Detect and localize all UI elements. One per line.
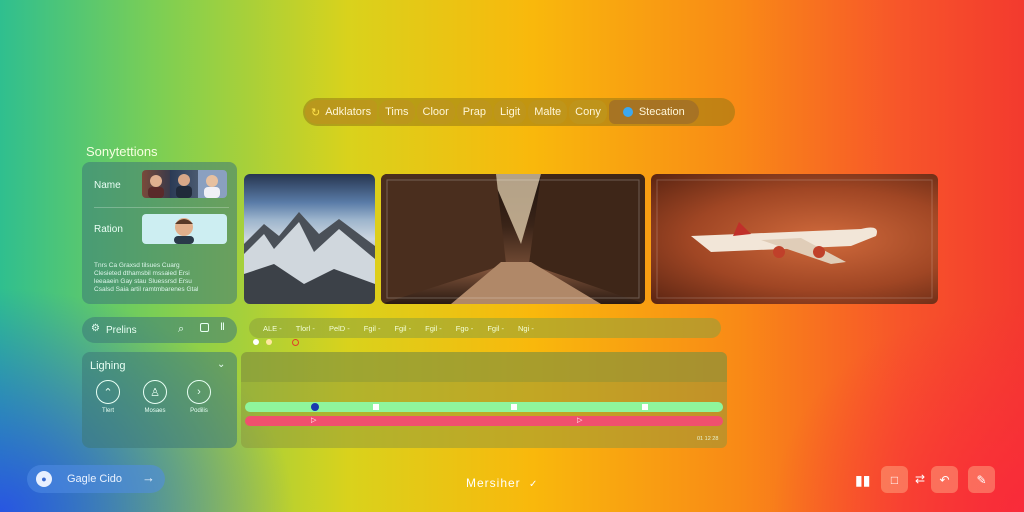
track-panel: ▷ ▷ 01 12 28 (241, 352, 727, 448)
edit-button[interactable]: ✎ (968, 466, 995, 493)
search-icon[interactable]: ⌕ (178, 323, 184, 336)
toolbar-item-tims[interactable]: Tims (379, 100, 415, 124)
keyframe-icon[interactable] (373, 404, 379, 410)
figure-icon: ♙ (150, 386, 160, 399)
settings-icon[interactable]: ⚙ (91, 323, 100, 334)
timeline-label: PelD - (328, 323, 350, 333)
toolbar-item-stecation[interactable]: Stecation (608, 100, 699, 124)
brand-label: Gagle Cido (67, 473, 123, 485)
airplane-icon (656, 179, 933, 299)
people-panel: Name Ration Tnrs Ca Graxsd tilsues Cuarg… (82, 162, 237, 304)
marker-icon[interactable] (266, 339, 272, 345)
note-button[interactable]: □ (881, 466, 908, 493)
keyframe-icon[interactable]: ▷ (311, 416, 316, 424)
timeline-label: Fgil - (394, 323, 412, 333)
lighting-title: Lighing (90, 360, 126, 372)
status-dot-icon (622, 107, 633, 117)
timeline-label: Fgil - (487, 323, 504, 333)
volume-icon[interactable]: ▮▮ (855, 472, 870, 489)
toolbar-item-prap[interactable]: Prap (456, 100, 493, 124)
mosaes-label: Mosaes (144, 408, 166, 414)
timeline-ruler[interactable]: ALE - Tlorl - PelD - Fgil - Fgil - Fgil … (249, 318, 721, 338)
arrow-right-icon: → (142, 470, 155, 485)
refresh-icon: ↻ (311, 106, 321, 119)
chevron-up-icon: ⌃ (103, 386, 113, 399)
canyon-image-card[interactable] (381, 174, 645, 304)
edit-icon: ✎ (976, 472, 987, 487)
toolbar-item-cloor[interactable]: Cloor (416, 100, 455, 124)
tlert-label: Tlert (102, 408, 114, 414)
timecode: 01 12 28 (697, 436, 719, 442)
selected-avatar[interactable] (142, 214, 227, 244)
footer-title: Mersiher ✓ (466, 476, 539, 490)
mountain-icon (244, 212, 375, 304)
presets-label: Prelins (106, 325, 137, 336)
marker-icon[interactable] (253, 339, 259, 345)
chevron-right-icon: › (197, 386, 201, 398)
airplane-image-card[interactable] (651, 174, 938, 304)
divider (94, 207, 229, 208)
record-icon[interactable] (292, 339, 299, 346)
pink-track[interactable] (245, 416, 723, 426)
keyframe-icon[interactable] (642, 404, 648, 410)
chevron-down-icon[interactable]: ⌄ (217, 359, 225, 370)
podilis-label: Podilis (190, 408, 208, 414)
check-icon: ✓ (529, 479, 539, 490)
playhead-icon[interactable] (311, 403, 319, 411)
timeline-label: Tlorl - (295, 323, 315, 333)
mountain-image-card[interactable] (244, 174, 375, 304)
name-label: Name (94, 180, 121, 191)
canyon-road-icon (381, 174, 645, 304)
undo-button[interactable]: ↶ (931, 466, 958, 493)
mosaes-button[interactable]: ♙ (143, 380, 167, 404)
notes-text: Tnrs Ca Graxsd tilsues Cuarg Clesieted d… (94, 262, 199, 293)
timeline-label: Fgil - (363, 323, 381, 333)
timeline-label: Fgo - (455, 323, 474, 333)
portrait-icon (174, 218, 194, 244)
ration-label: Ration (94, 224, 123, 235)
timeline-label: Fgil - (425, 323, 442, 333)
keyframe-icon[interactable] (511, 404, 517, 410)
avatar-strip[interactable] (142, 170, 227, 198)
toolbar-item-cony[interactable]: Cony (569, 100, 607, 124)
track-header (241, 352, 727, 382)
app-logo-icon: ● (36, 471, 52, 487)
brand-pill[interactable]: ● Gagle Cido → (27, 465, 165, 493)
presets-bar: ⚙ Prelins ⌕ Ⅱ (82, 317, 237, 343)
top-toolbar: ↻ Adklators Tims Cloor Prap Ligit Malte … (303, 98, 735, 126)
note-icon: □ (890, 472, 899, 487)
timeline-label: Ngi - (517, 323, 534, 333)
toolbar-item-ligit[interactable]: Ligit (494, 100, 527, 124)
swap-icon[interactable]: ⇄ (915, 472, 925, 486)
tlert-button[interactable]: ⌃ (96, 380, 120, 404)
timeline-label: ALE - (263, 323, 282, 333)
undo-icon: ↶ (939, 472, 950, 487)
toolbar-item-adklators[interactable]: ↻ Adklators (305, 100, 378, 124)
keyframe-icon[interactable]: ▷ (577, 416, 582, 424)
adjust-icon[interactable]: Ⅱ (220, 322, 225, 333)
toolbar-item-malte[interactable]: Malte (528, 100, 568, 124)
group-portrait-icon (148, 174, 220, 198)
section-title: Sonytettions (86, 144, 158, 159)
layout-icon[interactable] (200, 323, 209, 332)
lighting-panel: Lighing ⌄ ⌃ ♙ › Tlert Mosaes Podilis (82, 352, 237, 448)
podilis-button[interactable]: › (187, 380, 211, 404)
